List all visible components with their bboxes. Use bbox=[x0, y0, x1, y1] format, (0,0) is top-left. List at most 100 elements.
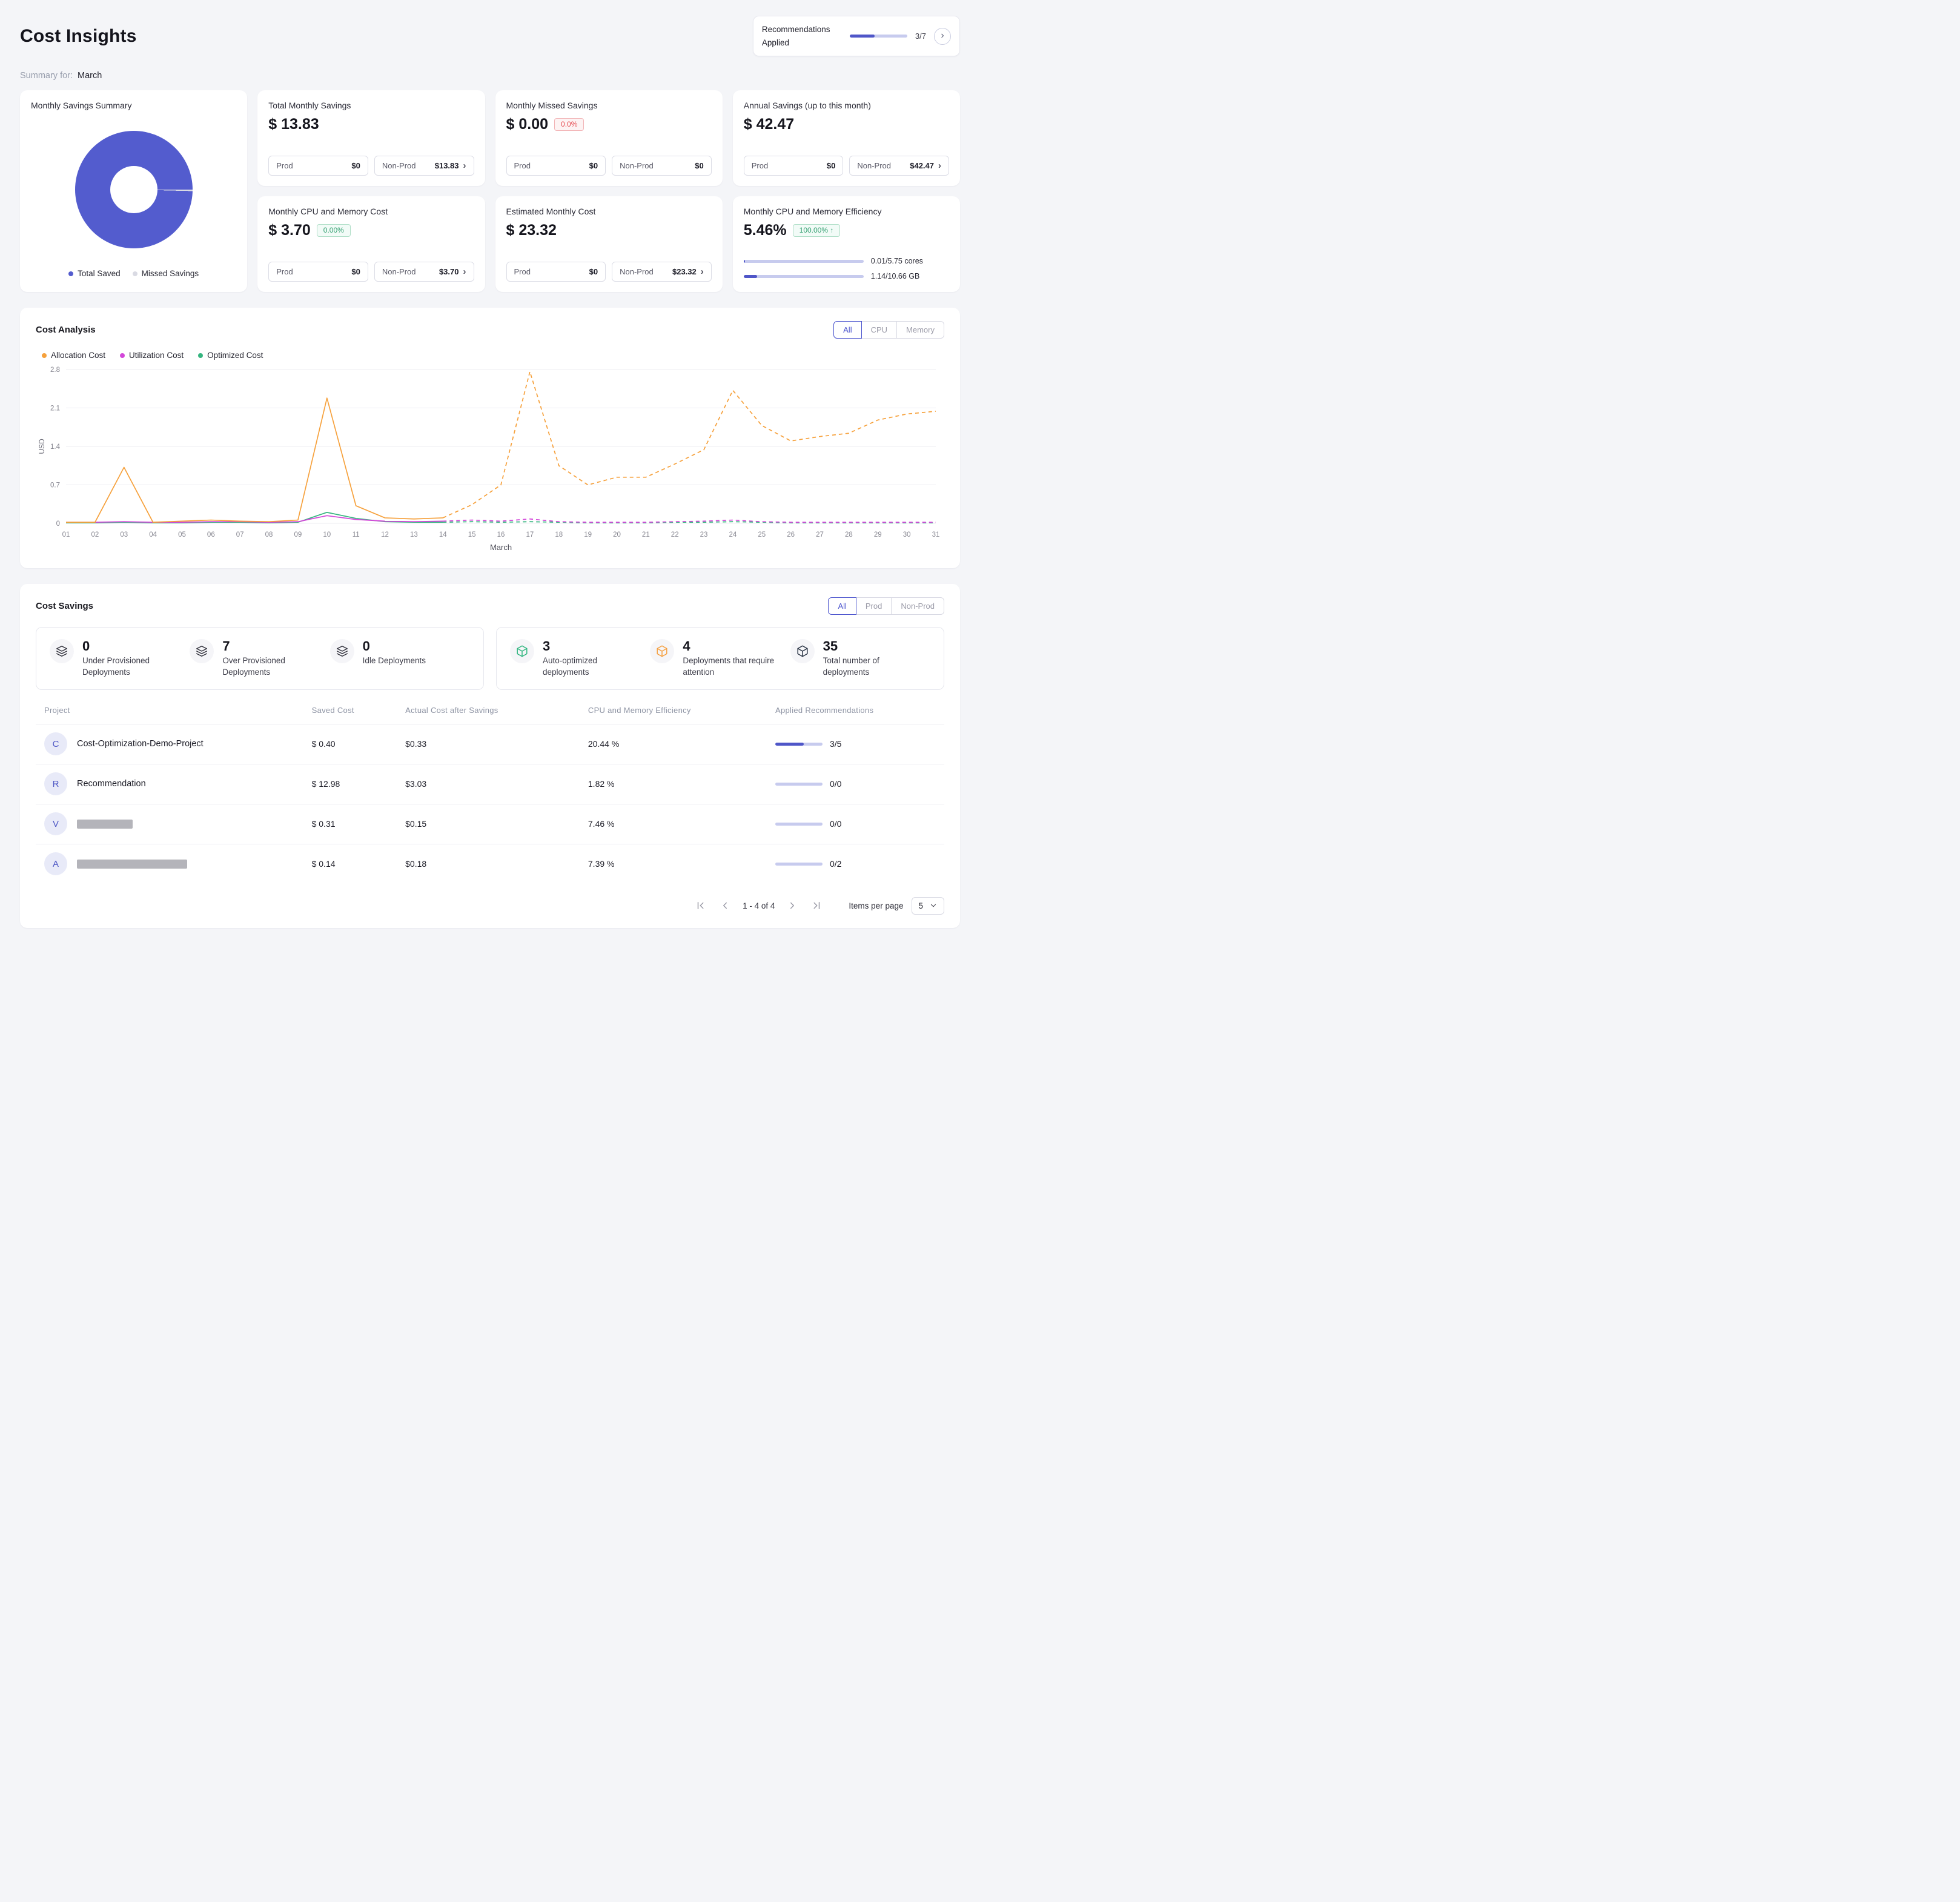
summary-for: Summary for: March bbox=[20, 71, 960, 81]
nonprod-filter-button[interactable]: Non-Prod $13.83 › bbox=[374, 156, 474, 176]
stat-idle-deployments: 0 Idle Deployments bbox=[329, 638, 470, 678]
table-row[interactable]: A $ 0.14 $0.18 7.39 % 0/2 bbox=[36, 843, 944, 884]
prod-filter-button[interactable]: Prod $0 bbox=[506, 156, 606, 176]
svg-text:24: 24 bbox=[729, 531, 737, 538]
card-title: Monthly Savings Summary bbox=[31, 101, 132, 111]
svg-text:13: 13 bbox=[410, 531, 418, 538]
last-page-button[interactable] bbox=[809, 898, 824, 913]
svg-text:23: 23 bbox=[700, 531, 708, 538]
svg-text:02: 02 bbox=[91, 531, 99, 538]
cube-icon bbox=[510, 639, 534, 664]
allocation-cost-dot-icon bbox=[42, 353, 47, 358]
page-range: 1 - 4 of 4 bbox=[743, 901, 775, 910]
project-name: Recommendation bbox=[77, 779, 146, 789]
svg-text:1.4: 1.4 bbox=[50, 443, 61, 451]
card-title: Total Monthly Savings bbox=[268, 101, 351, 111]
legend-allocation-cost[interactable]: Allocation Cost bbox=[42, 351, 105, 360]
cost-savings-tabs: All Prod Non-Prod bbox=[828, 597, 944, 615]
chevron-down-icon bbox=[930, 904, 936, 907]
tab-prod[interactable]: Prod bbox=[855, 597, 892, 615]
nonprod-filter-button[interactable]: Non-Prod $3.70 › bbox=[374, 262, 474, 282]
summary-cards: Monthly Savings Summary Total Saved Miss… bbox=[20, 90, 960, 293]
saved-cost: $ 0.14 bbox=[311, 859, 336, 869]
rec-progress bbox=[775, 862, 823, 866]
recommendations-progress bbox=[849, 35, 907, 38]
pagination: 1 - 4 of 4 Items per page 5 bbox=[36, 896, 944, 915]
legend-optimized-cost[interactable]: Optimized Cost bbox=[198, 351, 263, 360]
svg-text:19: 19 bbox=[584, 531, 592, 538]
svg-text:28: 28 bbox=[845, 531, 853, 538]
next-page-button[interactable] bbox=[784, 898, 800, 913]
rec-progress-fill bbox=[775, 742, 804, 746]
svg-text:06: 06 bbox=[207, 531, 215, 538]
actual-cost: $0.18 bbox=[405, 859, 427, 869]
optimization-stats-box: 3 Auto-optimized deployments 4 Deploymen… bbox=[496, 627, 944, 690]
efficiency-value: 20.44 % bbox=[588, 739, 620, 749]
stat-total-deployments: 35 Total number of deployments bbox=[790, 638, 930, 678]
svg-text:17: 17 bbox=[526, 531, 534, 538]
first-page-button[interactable] bbox=[693, 898, 709, 913]
efficiency-badge: 100.00% ↑ bbox=[792, 224, 841, 237]
page-header: Cost Insights Recommendations Applied 3/… bbox=[20, 16, 960, 57]
tab-all[interactable]: All bbox=[833, 321, 862, 339]
annual-savings-card: Annual Savings (up to this month) $ 42.4… bbox=[732, 90, 960, 187]
cost-analysis-tabs: All CPU Memory bbox=[833, 321, 944, 339]
svg-text:26: 26 bbox=[787, 531, 795, 538]
svg-text:2.8: 2.8 bbox=[50, 366, 60, 374]
cost-analysis-section: Cost Analysis All CPU Memory Allocation … bbox=[20, 308, 960, 569]
layers-icon bbox=[50, 639, 74, 664]
prev-page-button[interactable] bbox=[717, 898, 733, 913]
items-per-page-select[interactable]: 5 bbox=[912, 896, 944, 915]
project-name-redacted bbox=[77, 819, 133, 829]
memory-progress bbox=[743, 274, 864, 278]
legend-utilization-cost[interactable]: Utilization Cost bbox=[120, 351, 184, 360]
prod-filter-button[interactable]: Prod $0 bbox=[268, 262, 368, 282]
legend-missed-savings: Missed Savings bbox=[132, 269, 199, 278]
table-row[interactable]: V $ 0.31 $0.15 7.46 % 0/0 bbox=[36, 803, 944, 844]
legend-total-saved: Total Saved bbox=[68, 269, 121, 278]
svg-text:0: 0 bbox=[56, 520, 60, 528]
nonprod-filter-button[interactable]: Non-Prod $0 bbox=[612, 156, 712, 176]
svg-text:25: 25 bbox=[758, 531, 766, 538]
prod-filter-button[interactable]: Prod $0 bbox=[506, 262, 606, 282]
svg-text:12: 12 bbox=[381, 531, 389, 538]
nonprod-filter-button[interactable]: Non-Prod $42.47 › bbox=[849, 156, 949, 176]
chevron-right-icon: › bbox=[941, 30, 944, 41]
chevron-right-icon bbox=[790, 903, 795, 909]
tab-memory[interactable]: Memory bbox=[896, 321, 944, 339]
svg-text:10: 10 bbox=[323, 531, 331, 538]
rec-progress bbox=[775, 742, 823, 746]
col-project: Project bbox=[44, 705, 70, 715]
avatar: R bbox=[44, 772, 67, 796]
recommendations-expand-button[interactable]: › bbox=[934, 27, 951, 45]
actual-cost: $0.33 bbox=[405, 739, 427, 749]
tab-cpu[interactable]: CPU bbox=[861, 321, 898, 339]
recommendations-label: Recommendations Applied bbox=[761, 25, 830, 47]
saved-cost: $ 0.40 bbox=[311, 739, 336, 749]
missed-savings-badge: 0.0% bbox=[554, 118, 584, 131]
chevron-right-icon: › bbox=[700, 267, 704, 277]
project-name-redacted bbox=[77, 859, 187, 869]
col-saved-cost: Saved Cost bbox=[311, 705, 354, 715]
table-row[interactable]: R Recommendation $ 12.98 $3.03 1.82 % 0/… bbox=[36, 763, 944, 804]
cost-analysis-line-chart: 0 0.7 1.4 2.1 2.8 01 02 03 04 05 06 07 08 09 10 11 12 13 1… bbox=[38, 366, 939, 552]
card-title: Monthly CPU and Memory Cost bbox=[268, 207, 388, 217]
tab-nonprod[interactable]: Non-Prod bbox=[891, 597, 944, 615]
svg-text:05: 05 bbox=[178, 531, 186, 538]
cpu-memory-cost-badge: 0.00% bbox=[316, 224, 351, 237]
card-title: Monthly Missed Savings bbox=[506, 101, 598, 111]
table-row[interactable]: C Cost-Optimization-Demo-Project $ 0.40 … bbox=[36, 723, 944, 764]
tab-all[interactable]: All bbox=[828, 597, 856, 615]
card-title: Estimated Monthly Cost bbox=[506, 207, 596, 217]
prod-filter-button[interactable]: Prod $0 bbox=[268, 156, 368, 176]
efficiency-value: 7.39 % bbox=[588, 859, 615, 869]
chevron-right-icon: › bbox=[463, 161, 466, 171]
efficiency-value: 1.82 % bbox=[588, 779, 615, 789]
stat-under-provisioned: 0 Under Provisioned Deployments bbox=[50, 638, 190, 678]
nonprod-filter-button[interactable]: Non-Prod $23.32 › bbox=[612, 262, 712, 282]
cost-savings-title: Cost Savings bbox=[36, 601, 94, 612]
cost-analysis-title: Cost Analysis bbox=[36, 325, 96, 336]
prod-filter-button[interactable]: Prod $0 bbox=[743, 156, 844, 176]
card-value: $ 0.00 bbox=[506, 116, 549, 133]
page-title: Cost Insights bbox=[20, 25, 137, 46]
